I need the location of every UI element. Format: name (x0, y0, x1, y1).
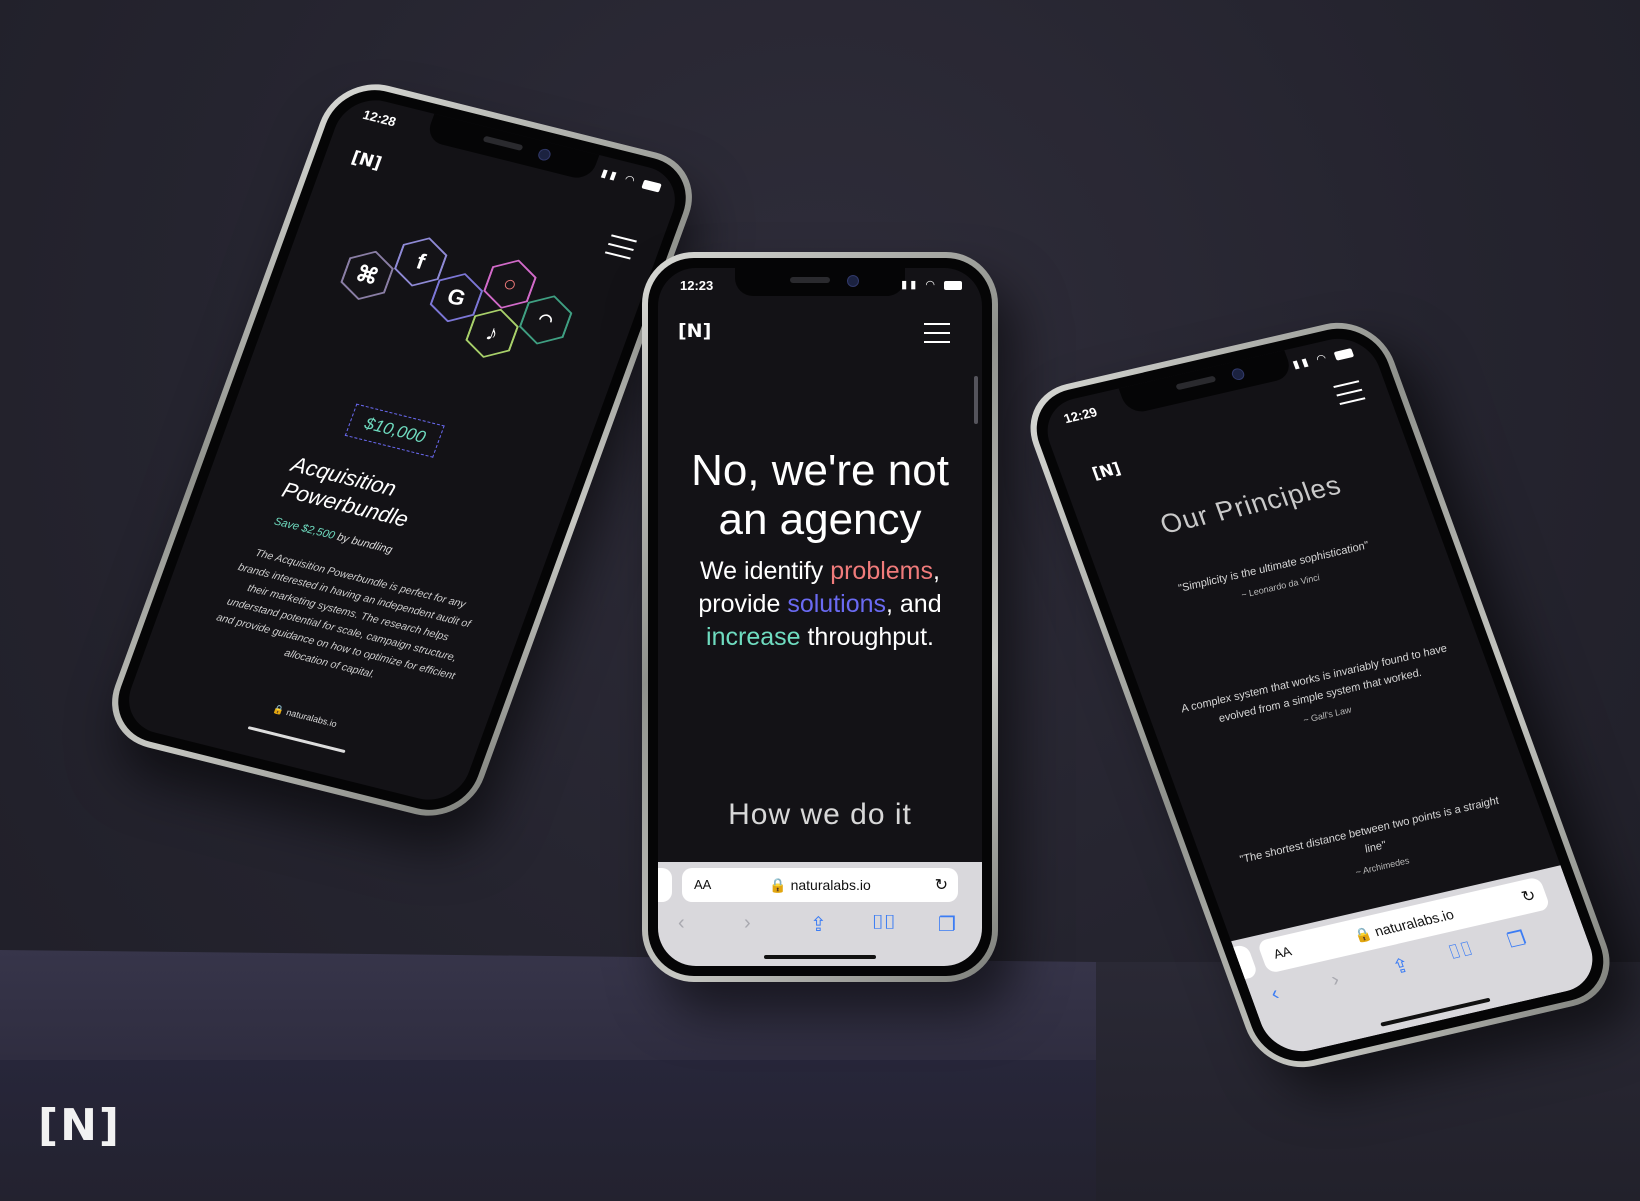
tab-peek[interactable] (658, 868, 672, 902)
phone-center: 12:23 ▮▮ ◠ [N] No, we're not an agency W… (642, 252, 998, 982)
hamburger-icon[interactable] (924, 323, 950, 350)
url-text: 🔒 naturalabs.io (769, 877, 871, 893)
address-bar[interactable]: AA 🔒 naturalabs.io ↻ (682, 868, 958, 902)
phone-screen: 12:29 ▮▮ ◠ [N] Our Principles "Simplicit… (1036, 331, 1604, 1059)
reload-icon[interactable]: ↻ (935, 875, 948, 895)
forward-icon[interactable]: › (1328, 969, 1342, 992)
product-title: Acquisition Powerbundle (278, 451, 421, 533)
notch (735, 268, 905, 296)
status-time: 12:28 (360, 107, 399, 130)
sub-text: , (933, 557, 940, 585)
savings-text: by bundling (332, 530, 395, 557)
back-icon[interactable]: ‹ (678, 912, 685, 935)
hero-title-line1: No, we're not (691, 446, 949, 495)
sub-text: throughput. (800, 623, 934, 651)
hero-title: No, we're not an agency (658, 446, 982, 544)
hero-subtitle: We identify problems, provide solutions,… (666, 555, 974, 654)
site-logo[interactable]: [N] (1089, 459, 1123, 483)
status-icons: ▮▮ ◠ (901, 278, 962, 291)
site-logo[interactable]: [N] (348, 148, 384, 174)
tabs-icon[interactable]: ❐ (938, 912, 956, 937)
highlight-problems: problems (830, 557, 934, 585)
phone-screen: 12:23 ▮▮ ◠ [N] No, we're not an agency W… (658, 268, 982, 966)
scroll-indicator[interactable] (974, 376, 978, 424)
highlight-increase: increase (706, 623, 801, 651)
site-logo[interactable]: [N] (678, 320, 711, 342)
pedestal-front (0, 1060, 1096, 1201)
browser-nav: ‹ › ⇪ ⌷⌷ ❐ (674, 912, 966, 938)
phone-screen: 12:28 ▮▮ ◠ [N] ⌘ f G ○ ◠ ♪ $10,000 Acqui… (118, 92, 686, 808)
url-value: naturalabs.io (1372, 906, 1456, 940)
brand-logo: [N] (38, 1100, 122, 1151)
status-time: 12:23 (680, 278, 714, 293)
channel-hexagons: ⌘ f G ○ ◠ ♪ (317, 196, 624, 410)
sub-text: We identify (700, 557, 831, 585)
savings-amount: Save $2,500 (272, 515, 337, 542)
sub-text: , and (886, 590, 942, 618)
url-text: naturalabs.io (284, 707, 339, 730)
network-icon: ⌘ (336, 245, 399, 305)
quote: A complex system that works is invariabl… (1176, 639, 1466, 755)
status-time: 12:29 (1061, 404, 1100, 427)
sub-text: provide (698, 590, 788, 618)
price-tag: $10,000 (344, 403, 446, 458)
bookmarks-icon[interactable]: ⌷⌷ (872, 912, 896, 935)
section-heading: How we do it (728, 798, 912, 831)
home-indicator[interactable] (247, 726, 346, 754)
quote: "Simplicity is the ultimate sophisticati… (1135, 527, 1419, 626)
tabs-icon[interactable]: ❐ (1504, 926, 1530, 954)
safari-toolbar: AA 🔒 naturalabs.io ↻ ‹ › ⇪ ⌷⌷ ❐ (658, 862, 982, 966)
status-icons: ▮▮ ◠ (1291, 345, 1355, 371)
share-icon[interactable]: ⇪ (810, 912, 827, 937)
phone-left: 12:28 ▮▮ ◠ [N] ⌘ f G ○ ◠ ♪ $10,000 Acqui… (97, 73, 707, 827)
share-icon[interactable]: ⇪ (1389, 952, 1414, 979)
back-icon[interactable]: ‹ (1268, 983, 1282, 1006)
hero-title-line2: an agency (718, 495, 922, 544)
highlight-solutions: solutions (787, 590, 886, 618)
status-icons: ▮▮ ◠ (599, 166, 662, 193)
forward-icon[interactable]: › (744, 912, 751, 935)
home-indicator[interactable] (764, 955, 876, 959)
bookmarks-icon[interactable]: ⌷⌷ (1445, 938, 1476, 965)
product-description: The Acquisition Powerbundle is perfect f… (214, 546, 473, 683)
hamburger-icon[interactable] (1333, 380, 1368, 411)
url-value: naturalabs.io (790, 877, 871, 893)
